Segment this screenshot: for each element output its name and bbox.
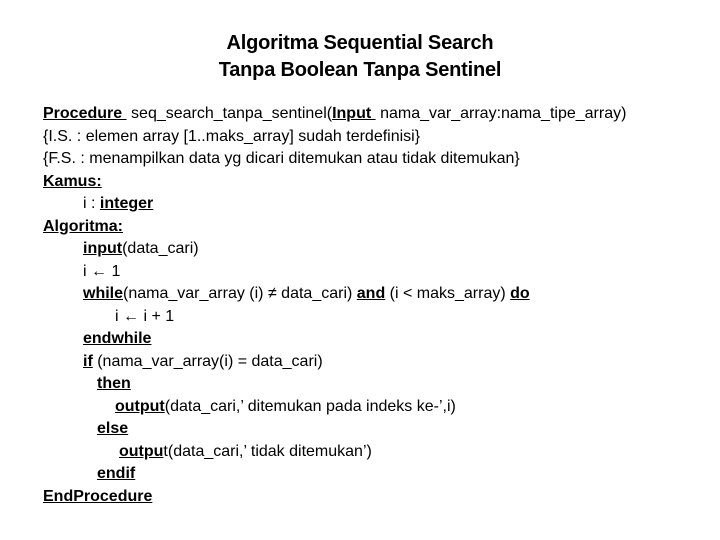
title-line-2: Tanpa Boolean Tanpa Sentinel (218, 59, 502, 81)
and-keyword: and (356, 285, 386, 302)
input-param-keyword: Input (332, 105, 376, 122)
endif-keyword: endif (97, 465, 136, 482)
input-call-args: (data_cari) (122, 240, 199, 257)
if-condition: (nama_var_array(i) = data_cari) (92, 352, 323, 370)
input-call-line: input(data_cari) (43, 238, 626, 261)
else-line: else (43, 418, 626, 441)
output-notfound-line: output(data_cari,’ tidak ditemukan’) (43, 441, 626, 464)
endwhile-keyword: endwhile (83, 330, 152, 347)
increment-line: i ← i + 1 (115, 307, 175, 325)
while-condition-2: (i < maks_array) (385, 285, 511, 302)
assign-init-line: i ← 1 (83, 262, 121, 280)
output-keyword: output (115, 397, 165, 415)
procedure-keyword: Procedure (43, 105, 127, 122)
else-keyword: else (97, 420, 129, 437)
var-declaration: i : (83, 195, 100, 212)
procedure-name: seq_search_tanpa_sentinel( (126, 105, 333, 122)
then-keyword: then (97, 375, 131, 392)
do-keyword: do (510, 285, 530, 302)
procedure-params: nama_var_array:nama_tipe_array) (375, 105, 627, 122)
output-keyword-partial: outpu (119, 442, 164, 460)
input-keyword: input (83, 240, 123, 257)
procedure-header-line: Procedure seq_search_tanpa_sentinel(Inpu… (43, 103, 626, 126)
initial-state-comment: {I.S. : elemen array [1..maks_array] sud… (43, 127, 421, 145)
output-found-args: (data_cari,’ ditemukan pada indeks ke-’,… (164, 397, 456, 415)
if-keyword: if (83, 352, 93, 370)
algoritma-line: Algoritma: (43, 216, 626, 239)
algoritma-keyword: Algoritma: (43, 217, 123, 235)
var-declaration-line: i : integer (43, 193, 626, 216)
endwhile-line: endwhile (43, 328, 626, 351)
kamus-line: Kamus: (43, 171, 626, 194)
integer-keyword: integer (99, 195, 154, 212)
final-state-comment: {F.S. : menampilkan data yg dicari ditem… (43, 150, 520, 167)
if-line: if (nama_var_array(i) = data_cari) (43, 351, 626, 374)
while-keyword: while (83, 285, 124, 302)
kamus-keyword: Kamus: (43, 172, 102, 190)
then-line: then (43, 373, 626, 396)
title-line-1: Algoritma Sequential Search (226, 32, 494, 54)
endif-line: endif (43, 463, 626, 486)
endprocedure-line: EndProcedure (43, 486, 626, 509)
while-condition: (nama_var_array (i) ≠ data_cari) (123, 285, 357, 302)
output-found-line: output(data_cari,’ ditemukan pada indeks… (43, 396, 626, 419)
while-line: while(nama_var_array (i) ≠ data_cari) an… (43, 283, 626, 306)
endprocedure-keyword: EndProcedure (43, 487, 153, 505)
pseudocode-block: Procedure seq_search_tanpa_sentinel(Inpu… (43, 103, 626, 508)
output-notfound-args: (data_cari,’ tidak ditemukan’) (167, 442, 372, 460)
